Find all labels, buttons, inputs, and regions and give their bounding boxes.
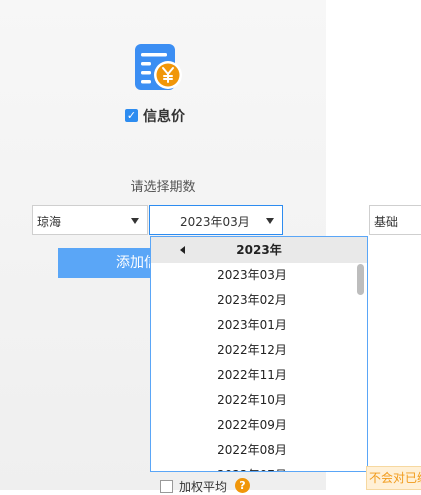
type-select-value: 基础 <box>374 215 399 229</box>
help-icon[interactable]: ? <box>235 478 250 493</box>
period-dropdown: 2023年 2023年03月 2023年02月 2023年01月 2022年12… <box>150 236 368 472</box>
dropdown-item[interactable]: 2022年08月 <box>151 438 367 463</box>
prev-year-icon[interactable] <box>180 246 185 254</box>
region-select-value: 琼海 <box>37 215 62 229</box>
period-label: 请选择期数 <box>130 180 196 195</box>
dropdown-item[interactable]: 2023年01月 <box>151 313 367 338</box>
dropdown-item[interactable]: 2022年11月 <box>151 363 367 388</box>
dropdown-year-header: 2023年 <box>151 237 367 263</box>
type-select[interactable]: 基础 <box>369 205 421 235</box>
dropdown-item[interactable]: 2023年03月 <box>151 263 367 288</box>
dropdown-item[interactable]: 2022年09月 <box>151 413 367 438</box>
period-select-value: 2023年03月 <box>180 215 250 229</box>
chevron-down-icon <box>266 218 274 224</box>
dropdown-scrollbar[interactable] <box>357 264 364 295</box>
period-select[interactable]: 2023年03月 <box>149 205 283 235</box>
dropdown-item[interactable]: 2022年10月 <box>151 388 367 413</box>
dropdown-item[interactable]: 2023年02月 <box>151 288 367 313</box>
weighted-average-checkbox[interactable] <box>160 480 173 493</box>
dropdown-item[interactable]: 2022年12月 <box>151 338 367 363</box>
weighted-average-label: 加权平均 <box>179 480 228 494</box>
info-price-checkbox[interactable]: ✓ <box>125 109 138 122</box>
chevron-down-icon <box>131 218 139 224</box>
region-select[interactable]: 琼海 <box>32 205 148 235</box>
info-price-label: 信息价 <box>143 109 185 125</box>
receipt-yuan-icon <box>135 44 182 90</box>
dropdown-year-label: 2023年 <box>236 243 282 257</box>
warning-message: 不会对已编 <box>366 466 421 490</box>
dropdown-item[interactable]: 2022年07月 <box>151 463 367 471</box>
